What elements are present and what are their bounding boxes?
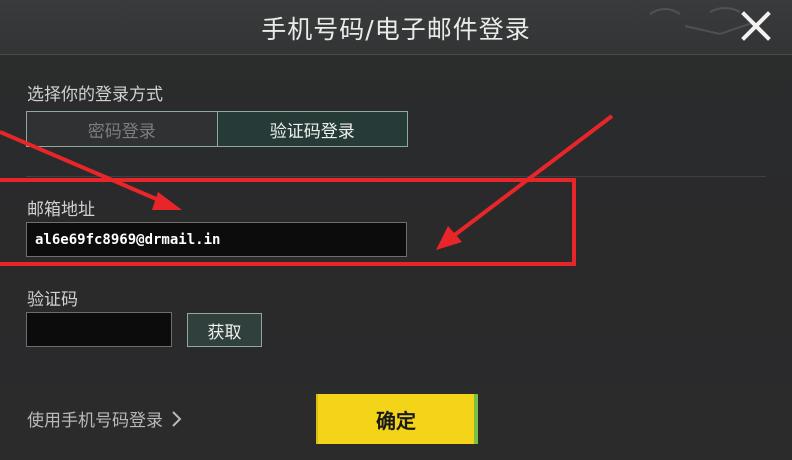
close-icon <box>741 11 771 41</box>
section-divider <box>26 176 766 177</box>
verification-code-label: 验证码 <box>27 290 78 310</box>
get-code-button[interactable]: 获取 <box>187 313 262 347</box>
close-button[interactable] <box>736 8 776 46</box>
phone-login-label: 使用手机号码登录 <box>27 411 163 431</box>
tab-code-login[interactable]: 验证码登录 <box>216 112 407 146</box>
email-label: 邮箱地址 <box>27 200 95 220</box>
verification-code-field[interactable] <box>26 312 172 347</box>
login-method-label: 选择你的登录方式 <box>27 85 163 105</box>
tab-password-login[interactable]: 密码登录 <box>27 112 217 146</box>
phone-login-link[interactable]: 使用手机号码登录 <box>27 406 183 431</box>
dialog-title: 手机号码/电子邮件登录 <box>261 15 531 44</box>
login-dialog: 手机号码/电子邮件登录 选择你的登录方式 密码登录 验证码登录 邮箱地址 验证码… <box>0 0 792 460</box>
email-field[interactable] <box>26 222 407 257</box>
chevron-right-icon <box>172 410 182 427</box>
confirm-button[interactable]: 确定 <box>316 394 478 444</box>
dialog-header: 手机号码/电子邮件登录 <box>0 0 792 55</box>
login-method-switch: 密码登录 验证码登录 <box>26 111 408 147</box>
annotation-arrow-right-icon <box>436 114 614 250</box>
